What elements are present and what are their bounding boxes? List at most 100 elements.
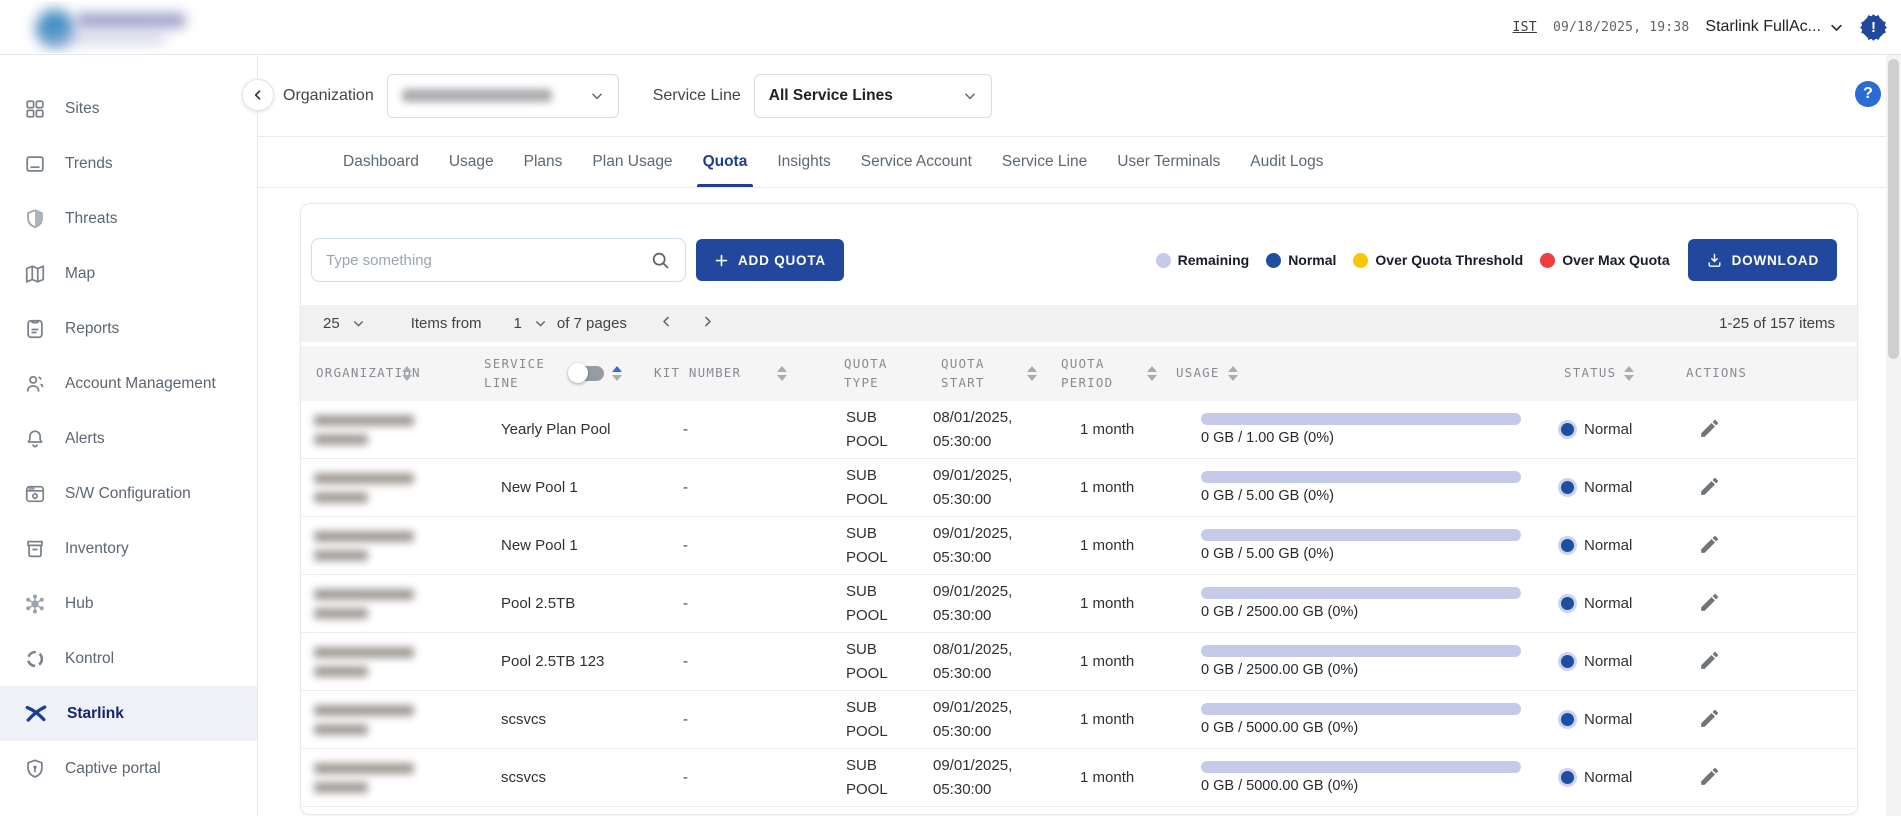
scrollbar-thumb[interactable] (1888, 59, 1899, 359)
sidebar-item-threats[interactable]: Threats (0, 191, 257, 246)
quota-start-cell: 09/01/2025, 05:30:00 (931, 754, 1043, 801)
tabs: Dashboard Usage Plans Plan Usage Quota I… (258, 137, 1901, 188)
edit-quota-button[interactable] (1694, 413, 1725, 447)
sidebar-item-starlink[interactable]: Starlink (0, 686, 257, 741)
usage-bar (1201, 761, 1521, 773)
sort-icon[interactable] (777, 366, 787, 381)
quota-start-cell: 09/01/2025, 05:30:00 (931, 696, 1043, 743)
table-row: scsvcs - SUB POOL 09/01/2025, 05:30:00 1… (301, 691, 1857, 749)
logo-blur-text (76, 13, 186, 28)
sidebar-item-label: Sites (65, 100, 99, 118)
edit-quota-button[interactable] (1694, 761, 1725, 795)
sidebar-item-account-management[interactable]: Account Management (0, 356, 257, 411)
actions-cell (1676, 703, 1857, 737)
status-label: Normal (1584, 769, 1632, 786)
edit-quota-button[interactable] (1694, 587, 1725, 621)
column-quota-period[interactable]: QUOTA PERIOD (1056, 355, 1171, 391)
chevron-down-icon (1829, 20, 1844, 35)
sidebar-collapse-button[interactable] (242, 79, 274, 111)
tab-service-line[interactable]: Service Line (1002, 137, 1087, 187)
sort-icon[interactable] (1027, 366, 1037, 381)
sidebar-item-label: Map (65, 265, 95, 283)
starlink-icon (24, 703, 48, 725)
column-quota-start[interactable]: QUOTA START (931, 355, 1056, 391)
pencil-icon (1698, 649, 1721, 672)
pencil-icon (1698, 533, 1721, 556)
usage-cell: 0 GB / 5000.00 GB (0%) (1171, 761, 1546, 794)
service-line-cell: Pool 2.5TB 123 (446, 653, 651, 670)
column-organization[interactable]: ORGANIZATION (301, 364, 446, 382)
usage-legend: Remaining Normal Over Quota Threshold (1156, 252, 1670, 268)
column-usage[interactable]: USAGE (1171, 364, 1546, 382)
tab-insights[interactable]: Insights (777, 137, 830, 187)
sort-icon[interactable] (402, 366, 412, 381)
tab-audit-logs[interactable]: Audit Logs (1250, 137, 1323, 187)
sidebar-item-hub[interactable]: Hub (0, 576, 257, 631)
edit-quota-button[interactable] (1694, 703, 1725, 737)
tab-plan-usage[interactable]: Plan Usage (592, 137, 672, 187)
timezone-link[interactable]: IST (1513, 20, 1537, 35)
sort-icon[interactable] (612, 366, 622, 381)
pencil-icon (1698, 765, 1721, 788)
captive-portal-icon (24, 758, 46, 780)
organization-select[interactable] (387, 74, 619, 118)
tab-quota[interactable]: Quota (703, 137, 748, 187)
download-button[interactable]: DOWNLOAD (1688, 239, 1837, 281)
quota-period-cell: 1 month (1056, 479, 1171, 496)
sort-icon[interactable] (1228, 366, 1238, 381)
account-menu[interactable]: Starlink FullAc... (1705, 18, 1844, 36)
sidebar-item-sites[interactable]: Sites (0, 81, 257, 136)
chevron-down-icon (590, 89, 604, 103)
status-label: Normal (1584, 595, 1632, 612)
quota-period-cell: 1 month (1056, 537, 1171, 554)
service-line-toggle[interactable] (570, 366, 604, 381)
notification-badge-icon[interactable]: ! (1860, 14, 1887, 41)
usage-cell: 0 GB / 5.00 GB (0%) (1171, 529, 1546, 562)
previous-page-button[interactable] (659, 314, 674, 333)
edit-quota-button[interactable] (1694, 529, 1725, 563)
service-line-cell: Yearly Plan Pool (446, 421, 651, 438)
vertical-scrollbar[interactable] (1886, 55, 1901, 816)
usage-text: 0 GB / 2500.00 GB (0%) (1201, 662, 1546, 678)
sidebar-item-inventory[interactable]: Inventory (0, 521, 257, 576)
usage-bar (1201, 587, 1521, 599)
sort-icon[interactable] (1147, 366, 1157, 381)
tab-dashboard[interactable]: Dashboard (343, 137, 419, 187)
sidebar-item-kontrol[interactable]: Kontrol (0, 631, 257, 686)
service-line-cell: Pool 2.5TB (446, 595, 651, 612)
reports-icon (24, 318, 46, 340)
page-select[interactable]: 1 (514, 315, 547, 332)
tab-usage[interactable]: Usage (449, 137, 494, 187)
sidebar-item-map[interactable]: Map (0, 246, 257, 301)
sidebar-item-sw-configuration[interactable]: S/W Configuration (0, 466, 257, 521)
search-icon[interactable] (650, 250, 671, 271)
edit-quota-button[interactable] (1694, 645, 1725, 679)
sidebar-item-trends[interactable]: Trends (0, 136, 257, 191)
status-dot (1561, 771, 1574, 784)
search-input[interactable] (326, 252, 640, 269)
trends-icon (24, 153, 46, 175)
help-icon[interactable]: ? (1855, 81, 1881, 107)
service-line-label: Service Line (653, 87, 741, 105)
status-label: Normal (1584, 653, 1632, 670)
tab-plans[interactable]: Plans (524, 137, 563, 187)
legend-normal-dot (1266, 253, 1281, 268)
sidebar-item-captive-portal[interactable]: Captive portal (0, 741, 257, 796)
legend-over-max-quota: Over Max Quota (1540, 252, 1669, 268)
column-status[interactable]: STATUS (1546, 364, 1676, 382)
tab-user-terminals[interactable]: User Terminals (1117, 137, 1220, 187)
sidebar-item-alerts[interactable]: Alerts (0, 411, 257, 466)
sidebar-item-reports[interactable]: Reports (0, 301, 257, 356)
service-line-select[interactable]: All Service Lines (754, 74, 992, 118)
add-quota-button[interactable]: ADD QUOTA (696, 239, 844, 281)
column-kit-number[interactable]: KIT NUMBER (651, 364, 841, 382)
quota-type-cell: SUB POOL (841, 696, 911, 743)
next-page-button[interactable] (700, 314, 715, 333)
sort-icon[interactable] (1624, 366, 1634, 381)
tab-service-account[interactable]: Service Account (861, 137, 972, 187)
add-quota-label: ADD QUOTA (738, 253, 826, 268)
usage-text: 0 GB / 5.00 GB (0%) (1201, 546, 1546, 562)
page-size-select[interactable]: 25 (323, 315, 365, 332)
edit-quota-button[interactable] (1694, 471, 1725, 505)
column-service-line[interactable]: SERVICE LINE (446, 355, 651, 391)
